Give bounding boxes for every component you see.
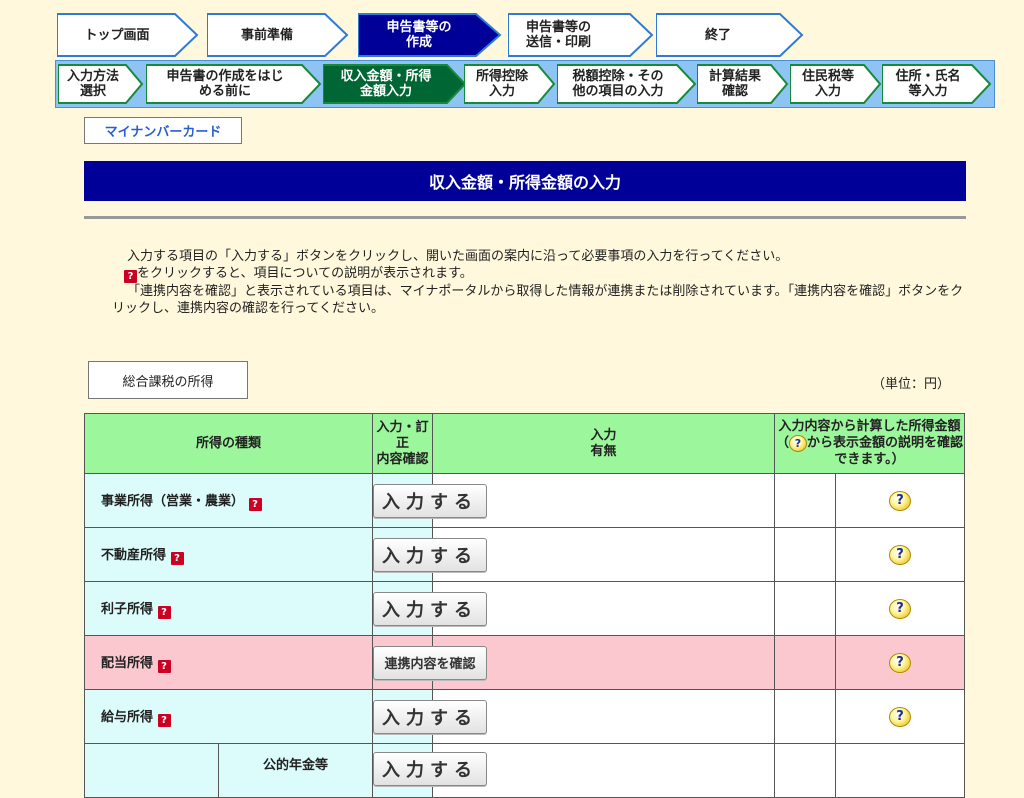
help-icon[interactable]: ?	[889, 652, 911, 673]
income-type-cell: 配当所得 ?	[83, 635, 374, 690]
income-type-cell: 事業所得（営業・農業） ?	[83, 473, 374, 528]
amount-help-cell: ?	[835, 473, 965, 528]
step-top-finish: 終了	[656, 12, 804, 58]
step-sub-deduction-input: 所得控除 入力	[464, 64, 556, 104]
amount-help-cell: ?	[835, 635, 965, 690]
step-top-preparation: 事前準備	[207, 12, 349, 58]
amount-help-cell: ?	[835, 581, 965, 636]
instruction-line: ? をクリックすると、項目についての説明が表示されます。	[112, 265, 972, 283]
step-sub-income-input: 収入金額・所得 金額入力	[323, 64, 467, 104]
step-label: 申告書等の 作成	[386, 20, 452, 50]
step-top-create-return: 申告書等の 作成	[358, 12, 502, 58]
process-steps-sub: 入力方法 選択 申告書の作成をはじ める前に 収入金額・所得 金額入力 所得控除…	[55, 60, 995, 108]
page-title: 収入金額・所得金額の入力	[84, 161, 966, 201]
header-amount-paren: （	[775, 435, 789, 451]
help-question-icon[interactable]: ?	[170, 552, 184, 565]
input-button[interactable]: 入力する	[373, 537, 488, 572]
income-table: 所得の種類 入力・訂正 内容確認 入力 有無 入力内容から計算した所得金額 （?…	[83, 413, 965, 798]
help-icon[interactable]: ?	[889, 598, 911, 619]
table-header-row: 所得の種類 入力・訂正 内容確認 入力 有無 入力内容から計算した所得金額 （?…	[83, 413, 965, 474]
help-icon: ?	[789, 435, 807, 452]
income-type-cell: 不動産所得 ?	[83, 527, 374, 582]
table-row: 利子所得 ? 入力する ?	[83, 581, 965, 636]
step-label: 収入金額・所得 金額入力	[340, 69, 432, 99]
step-sub-result-check: 計算結果 確認	[697, 64, 789, 104]
amount-help-cell: ?	[835, 689, 965, 744]
table-row: 事業所得（営業・農業） ? 入力する ?	[83, 473, 965, 528]
header-amount-text: から表示金額の説明を確認できます。）	[807, 435, 964, 468]
income-type-label: 利子所得	[101, 602, 154, 617]
step-label: 住民税等 入力	[801, 69, 854, 99]
amount-cell	[774, 581, 837, 636]
step-label: 終了	[704, 27, 731, 43]
amount-cell	[774, 473, 837, 528]
step-sub-resident-tax: 住民税等 入力	[790, 64, 882, 104]
header-income-type: 所得の種類	[83, 413, 374, 474]
help-question-icon[interactable]: ?	[157, 660, 171, 673]
income-type-label: 事業所得（営業・農業）	[101, 494, 245, 509]
income-type-cell: 利子所得 ?	[83, 581, 374, 636]
help-question-icon: ?	[124, 270, 137, 283]
income-type-cell: 給与所得 ?	[83, 689, 374, 744]
input-cell: 連携内容を確認	[372, 635, 488, 690]
header-amount-line2: （? から表示金額の説明を確認できます。）	[775, 435, 964, 468]
step-label: 入力方法 選択	[66, 69, 119, 99]
amount-cell	[774, 527, 837, 582]
title-divider	[84, 216, 966, 219]
step-label: 事前準備	[240, 27, 293, 43]
input-button[interactable]: 入力する	[373, 699, 488, 734]
mynumber-card-tab[interactable]: マイナンバーカード	[84, 117, 242, 144]
input-cell: 入力する	[372, 473, 488, 528]
instructions: 入力する項目の「入力する」ボタンをクリックし、開いた画面の案内に沿って必要事項の…	[112, 248, 972, 317]
help-question-icon[interactable]: ?	[157, 606, 171, 619]
income-type-label: 不動産所得	[101, 548, 167, 563]
input-cell: 入力する	[372, 527, 488, 582]
input-cell: 入力する	[372, 689, 488, 744]
header-input-confirm: 入力・訂正 内容確認	[372, 413, 434, 474]
header-amount-line1: 入力内容から計算した所得金額	[778, 419, 961, 434]
step-top-send-print: 申告書等の 送信・印刷	[508, 12, 654, 58]
input-cell: 入力する	[372, 581, 488, 636]
input-button[interactable]: 入力する	[373, 752, 488, 786]
header-computed-amount: 入力内容から計算した所得金額 （? から表示金額の説明を確認できます。）	[774, 413, 965, 474]
input-button[interactable]: 入力する	[373, 591, 488, 626]
amount-cell	[774, 635, 837, 690]
step-label: 税額控除・その 他の項目の入力	[572, 69, 664, 99]
step-label: 申告書の作成をはじ める前に	[166, 69, 284, 99]
unit-label: （単位：円）	[872, 377, 951, 392]
step-sub-tax-credit-input: 税額控除・その 他の項目の入力	[557, 64, 697, 104]
input-button[interactable]: 入力する	[373, 483, 488, 518]
help-icon[interactable]: ?	[889, 706, 911, 727]
help-icon[interactable]: ?	[889, 544, 911, 565]
section-tab-comprehensive-income: 総合課税の所得	[88, 361, 248, 399]
instruction-line: 「連携内容を確認」と表示されている項目は、マイナポータルから取得した情報が連携ま…	[112, 284, 964, 316]
instruction-line: 入力する項目の「入力する」ボタンをクリックし、開いた画面の案内に沿って必要事項の…	[127, 249, 789, 264]
step-top-top-screen: トップ画面	[57, 12, 199, 58]
confirm-linked-button[interactable]: 連携内容を確認	[373, 645, 488, 680]
help-question-icon[interactable]: ?	[248, 498, 262, 511]
instruction-text: をクリックすると、項目についての説明が表示されます。	[137, 266, 473, 281]
step-label: 申告書等の 送信・印刷	[526, 20, 592, 50]
table-row: 給与所得 ? 入力する ?	[83, 689, 965, 744]
amount-help-cell: ?	[835, 527, 965, 582]
help-icon[interactable]: ?	[889, 490, 911, 511]
step-sub-before-start: 申告書の作成をはじ める前に	[146, 64, 322, 104]
step-label: 住所・氏名 等入力	[895, 69, 961, 99]
amount-cell	[774, 689, 837, 744]
table-row: 不動産所得 ? 入力する ?	[83, 527, 965, 582]
income-type-label: 給与所得	[101, 710, 154, 725]
step-label: 計算結果 確認	[708, 69, 761, 99]
step-label: トップ画面	[84, 27, 150, 43]
help-question-icon[interactable]: ?	[157, 714, 171, 727]
step-sub-input-method: 入力方法 選択	[58, 64, 144, 104]
header-input-status: 入力 有無	[432, 413, 776, 474]
step-label: 所得控除 入力	[475, 69, 528, 99]
table-row: 配当所得 ? 連携内容を確認 ?	[83, 635, 965, 690]
step-sub-address-name: 住所・氏名 等入力	[882, 64, 992, 104]
income-type-label: 配当所得	[101, 656, 154, 671]
